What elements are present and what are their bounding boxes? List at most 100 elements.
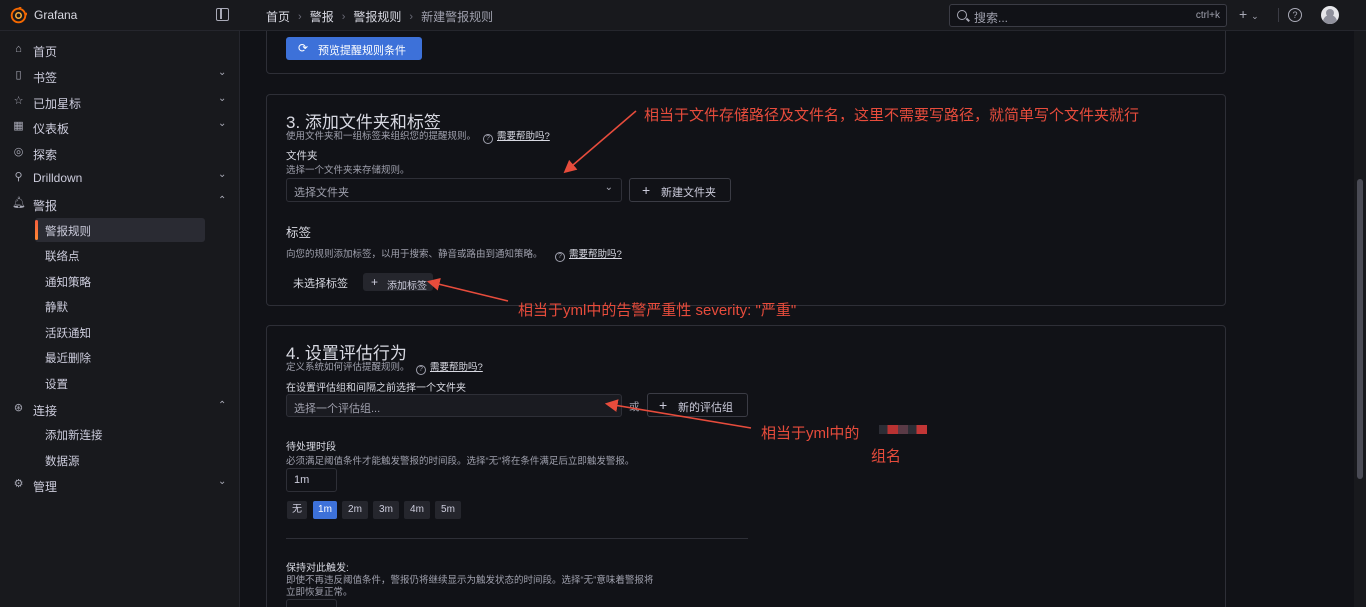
plus-icon: + bbox=[1239, 6, 1248, 22]
section-4-desc: 定义系统如何评估提醒规则。 bbox=[286, 362, 410, 373]
preview-rule-button[interactable]: ⟳ 预览提醒规则条件 bbox=[286, 37, 422, 60]
breadcrumb-home[interactable]: 首页 bbox=[266, 8, 290, 25]
breadcrumb: 首页 › 警报 › 警报规则 › 新建警报规则 bbox=[266, 8, 493, 25]
sidebar-item-alert-rules[interactable]: 警报规则 bbox=[35, 218, 205, 242]
home-icon: ⌂ bbox=[15, 43, 22, 55]
sidebar-item-add-connection[interactable]: 添加新连接 bbox=[35, 422, 205, 446]
pending-option-none[interactable]: 无 bbox=[287, 501, 307, 519]
sidebar-item-connections[interactable]: ⊛ 连接 ⌃ bbox=[0, 397, 240, 421]
section-4-help-link[interactable]: ? 需要帮助吗? bbox=[416, 359, 483, 375]
divider bbox=[1278, 8, 1279, 22]
sidebar-item-alerting[interactable]: 🔔︎ 警报 ⌃ bbox=[0, 192, 240, 216]
bell-icon: 🔔︎ bbox=[12, 197, 26, 209]
annotation-folder-note: 相当于文件存储路径及文件名，这里不需要写路径，就简单写个文件夹就行 bbox=[644, 107, 1140, 124]
chevron-up-icon[interactable]: ⌃ bbox=[218, 400, 226, 411]
sidebar-item-data-sources[interactable]: 数据源 bbox=[35, 448, 205, 472]
bookmark-icon: ▯ bbox=[15, 69, 22, 81]
scrollbar-thumb[interactable] bbox=[1357, 179, 1363, 479]
search-placeholder: 搜索... bbox=[974, 11, 1009, 25]
sidebar-item-bookmarks[interactable]: ▯ 书签 ⌄ bbox=[0, 64, 240, 88]
folder-placeholder: 选择文件夹 bbox=[294, 187, 349, 199]
breadcrumb-current: 新建警报规则 bbox=[421, 10, 494, 24]
or-text: 或 bbox=[629, 401, 640, 413]
help-link-label: 需要帮助吗? bbox=[497, 131, 550, 142]
new-folder-button[interactable]: + 新建文件夹 bbox=[629, 178, 731, 202]
scrollbar[interactable] bbox=[1354, 31, 1366, 607]
sidebar-item-label: 书签 bbox=[33, 71, 58, 85]
search-input[interactable]: 搜索... ctrl+k bbox=[949, 4, 1227, 27]
pending-option-1m[interactable]: 1m bbox=[313, 501, 337, 519]
chevron-right-icon: › bbox=[409, 10, 414, 23]
pending-option-4m[interactable]: 4m bbox=[404, 501, 430, 519]
sidebar-item-label: 通知策略 bbox=[45, 277, 91, 289]
new-folder-label: 新建文件夹 bbox=[661, 187, 716, 199]
pending-option-2m[interactable]: 2m bbox=[342, 501, 368, 519]
user-avatar[interactable] bbox=[1321, 6, 1339, 24]
sidebar-item-starred[interactable]: ☆ 已加星标 ⌄ bbox=[0, 90, 240, 114]
sidebar-item-dashboards[interactable]: ▦ 仪表板 ⌄ bbox=[0, 115, 240, 139]
drilldown-icon: ⚲ bbox=[14, 171, 23, 183]
sidebar-item-home[interactable]: ⌂ 首页 bbox=[0, 38, 240, 62]
sidebar-item-label: 仪表板 bbox=[33, 122, 70, 136]
sidebar: ⌂ 首页 ▯ 书签 ⌄ ☆ 已加星标 ⌄ ▦ 仪表板 ⌄ ◎ 探索 ⚲ Dril… bbox=[0, 31, 240, 607]
sidebar-item-label: 连接 bbox=[33, 404, 58, 418]
sidebar-item-explore[interactable]: ◎ 探索 bbox=[0, 141, 240, 165]
chevron-down-icon[interactable]: ⌄ bbox=[218, 93, 226, 104]
pending-period-input[interactable]: 1m bbox=[286, 468, 337, 492]
sidebar-item-label: 首页 bbox=[33, 45, 58, 59]
chevron-down-icon[interactable]: ⌄ bbox=[218, 476, 226, 487]
section-3-card: 3. 添加文件夹和标签 使用文件夹和一组标签来组织您的提醒规则。 ? 需要帮助吗?… bbox=[266, 94, 1226, 306]
new-eval-group-label: 新的评估组 bbox=[678, 402, 733, 414]
eval-group-hint: 在设置评估组和间隔之前选择一个文件夹 bbox=[286, 383, 466, 394]
chevron-up-icon[interactable]: ⌃ bbox=[218, 195, 226, 206]
sidebar-item-contact-points[interactable]: 联络点 bbox=[35, 243, 205, 267]
sidebar-item-label: 最近删除 bbox=[45, 353, 91, 365]
main-content: ⟳ 预览提醒规则条件 3. 添加文件夹和标签 使用文件夹和一组标签来组织您的提醒… bbox=[240, 31, 1354, 607]
folder-select[interactable]: 选择文件夹 ⌄ bbox=[286, 178, 622, 202]
help-link-label: 需要帮助吗? bbox=[569, 249, 622, 260]
sidebar-item-alert-settings[interactable]: 设置 bbox=[35, 371, 205, 395]
add-label-text: 添加标签 bbox=[387, 281, 427, 292]
compass-icon: ◎ bbox=[13, 146, 24, 158]
labels-title: 标签 bbox=[286, 226, 312, 240]
breadcrumb-alerting[interactable]: 警报 bbox=[310, 8, 334, 25]
sidebar-item-administration[interactable]: ⚙ 管理 ⌄ bbox=[0, 473, 240, 497]
no-labels-text: 未选择标签 bbox=[293, 278, 348, 290]
question-icon: ? bbox=[483, 134, 493, 144]
sidebar-item-label: 静默 bbox=[45, 302, 68, 314]
labels-help-link[interactable]: ? 需要帮助吗? bbox=[555, 246, 622, 262]
help-icon[interactable]: ? bbox=[1288, 8, 1302, 22]
chevron-down-icon[interactable]: ⌄ bbox=[218, 67, 226, 78]
sidebar-item-drilldown[interactable]: ⚲ Drilldown ⌄ bbox=[0, 166, 240, 190]
sidebar-item-label: 警报规则 bbox=[45, 226, 91, 238]
sidebar-item-notification-policies[interactable]: 通知策略 bbox=[35, 269, 205, 293]
new-menu-button[interactable]: + ⌄ bbox=[1239, 6, 1259, 22]
eval-group-placeholder: 选择一个评估组... bbox=[294, 403, 381, 415]
pending-option-5m[interactable]: 5m bbox=[435, 501, 461, 519]
sidebar-item-label: 数据源 bbox=[45, 456, 80, 468]
sidebar-item-recently-deleted[interactable]: 最近删除 bbox=[35, 345, 205, 369]
dock-menu-icon[interactable] bbox=[216, 8, 229, 21]
chevron-down-icon: ⌄ bbox=[1251, 11, 1259, 21]
help-link[interactable]: ? 需要帮助吗? bbox=[483, 128, 550, 144]
sidebar-item-silences[interactable]: 静默 bbox=[35, 294, 205, 318]
sidebar-item-label: 探索 bbox=[33, 148, 58, 162]
plus-icon: + bbox=[659, 397, 668, 413]
sidebar-item-label: 活跃通知 bbox=[45, 328, 91, 340]
sidebar-item-active-notifications[interactable]: 活跃通知 bbox=[35, 320, 205, 344]
breadcrumb-alert-rules[interactable]: 警报规则 bbox=[353, 8, 401, 25]
chevron-down-icon[interactable]: ⌄ bbox=[218, 169, 226, 180]
chevron-down-icon[interactable]: ⌄ bbox=[218, 118, 226, 129]
eval-group-select[interactable]: 选择一个评估组... ⌄ bbox=[286, 394, 622, 417]
section-2-card: ⟳ 预览提醒规则条件 bbox=[266, 31, 1226, 74]
plus-icon: + bbox=[642, 182, 651, 198]
pending-period-label: 待处理时段 bbox=[286, 442, 336, 453]
new-eval-group-button[interactable]: + 新的评估组 bbox=[647, 393, 748, 417]
annotation-label-note: 相当于yml中的告警严重性 severity: "严重" bbox=[518, 302, 797, 319]
sidebar-item-label: 警报 bbox=[33, 199, 58, 213]
keep-firing-input[interactable] bbox=[286, 599, 337, 607]
pending-option-3m[interactable]: 3m bbox=[373, 501, 399, 519]
grafana-logo-icon[interactable] bbox=[10, 7, 27, 24]
sidebar-item-label: 联络点 bbox=[45, 251, 80, 263]
add-label-button[interactable]: + 添加标签 bbox=[363, 273, 433, 292]
